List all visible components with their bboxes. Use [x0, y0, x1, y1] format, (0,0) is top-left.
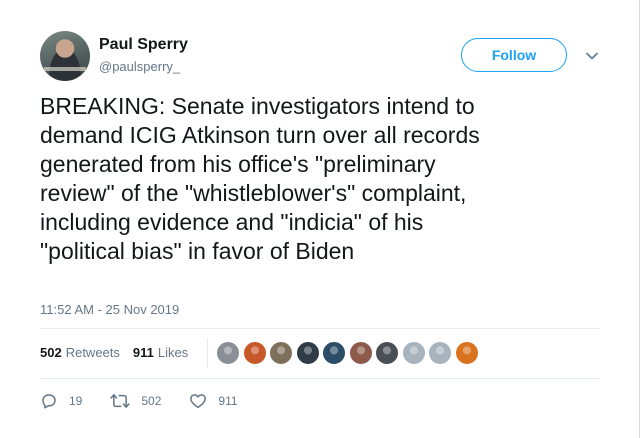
tweet-text-line: generated from his office's "preliminary [40, 151, 436, 177]
avatar-liker-4[interactable] [294, 340, 321, 366]
divider [40, 328, 600, 329]
tweet-actions: 19 502 911 [40, 392, 266, 410]
avatar-liker-6[interactable] [347, 340, 374, 366]
tweet-text: BREAKING: Senate investigators intend to… [40, 92, 600, 266]
stats-separator [207, 338, 208, 368]
avatar-liker-5[interactable] [321, 340, 347, 366]
avatar-liker-8[interactable] [400, 340, 427, 366]
reply-icon [42, 394, 56, 409]
author-name[interactable]: Paul Sperry [99, 36, 188, 54]
author-handle[interactable]: @paulsperry_ [99, 59, 180, 74]
retweet-count: 502 [141, 394, 162, 408]
reply-count: 19 [69, 394, 83, 408]
liker-avatars [215, 340, 480, 366]
tweet-stats: 502 Retweets 911 Likes [40, 345, 201, 360]
reply-button[interactable]: 19 [40, 392, 82, 410]
divider [40, 378, 600, 379]
tweet-text-line: "political bias" in favor of Biden [40, 238, 355, 264]
retweet-button[interactable]: 502 [110, 392, 161, 410]
likes-stat[interactable]: 911 Likes [133, 345, 188, 360]
avatar-liker-9[interactable] [427, 340, 453, 366]
retweets-stat[interactable]: 502 Retweets [40, 345, 120, 360]
retweets-label: Retweets [65, 345, 120, 360]
tweet-card: Paul Sperry @paulsperry_ Follow BREAKING… [0, 0, 640, 438]
tweet-timestamp[interactable]: 11:52 AM - 25 Nov 2019 [40, 302, 179, 317]
like-button[interactable]: 911 [189, 392, 238, 410]
follow-button[interactable]: Follow [461, 38, 567, 72]
avatar-liker-10[interactable] [453, 340, 480, 366]
avatar-liker-2[interactable] [241, 340, 268, 366]
likes-label: Likes [157, 345, 189, 360]
avatar-liker-3[interactable] [268, 340, 294, 366]
like-count: 911 [218, 394, 238, 408]
chevron-down-icon[interactable] [584, 48, 600, 64]
tweet-text-line: review" of the "whistleblower's" complai… [40, 180, 467, 206]
tweet-text-line: BREAKING: Senate investigators intend to [40, 93, 475, 119]
avatar-liker-7[interactable] [374, 340, 400, 366]
retweet-icon [110, 394, 130, 408]
heart-icon [190, 394, 207, 409]
likes-count: 911 [132, 345, 154, 360]
author-avatar[interactable] [40, 31, 90, 81]
tweet-text-line: demand ICIG Atkinson turn over all recor… [40, 122, 480, 148]
retweets-count: 502 [40, 345, 62, 360]
tweet-text-line: including evidence and "indicia" of his [40, 209, 424, 235]
avatar-liker-1[interactable] [215, 340, 241, 366]
